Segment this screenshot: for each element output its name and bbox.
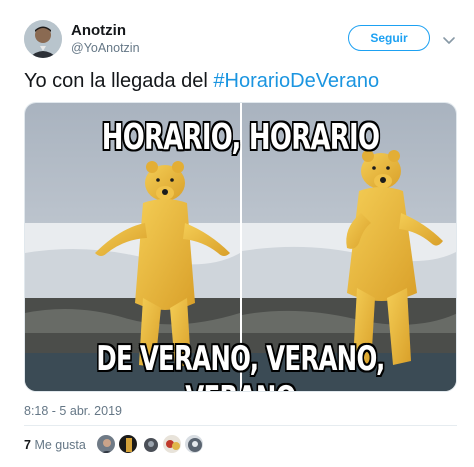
hashtag-link[interactable]: #HorarioDeVerano — [213, 70, 379, 92]
divider — [24, 425, 457, 426]
chevron-down-icon[interactable] — [440, 31, 458, 49]
tweet-text: Yo con la llegada del #HorarioDeVerano — [24, 70, 379, 93]
author-name[interactable]: Anotzin — [71, 22, 126, 39]
liker-avatar[interactable] — [140, 434, 160, 454]
like-count-label: Me gusta — [34, 438, 86, 452]
follow-button[interactable]: Seguir — [348, 25, 430, 51]
tweet-header: Anotzin @YoAnotzin Seguir — [0, 0, 474, 62]
liker-avatar[interactable] — [118, 434, 138, 454]
like-count[interactable]: 7 Me gusta — [24, 438, 86, 452]
tweet-media[interactable]: HORARIO, HORARIO DE VERANO, VERANO, VERA… — [24, 102, 457, 392]
meme-caption-top: HORARIO, HORARIO — [101, 117, 380, 158]
tweet-text-body: Yo con la llegada del — [24, 70, 214, 92]
liker-avatar[interactable] — [96, 434, 116, 454]
liker-avatar[interactable] — [184, 434, 204, 454]
like-count-number: 7 — [24, 438, 31, 452]
author-handle[interactable]: @YoAnotzin — [71, 41, 140, 55]
author-avatar[interactable] — [24, 20, 62, 58]
meme-caption-bottom: DE VERANO, VERANO, VERANO — [96, 339, 385, 391]
liker-avatar[interactable] — [162, 434, 182, 454]
tweet-timestamp[interactable]: 8:18 - 5 abr. 2019 — [24, 404, 122, 418]
